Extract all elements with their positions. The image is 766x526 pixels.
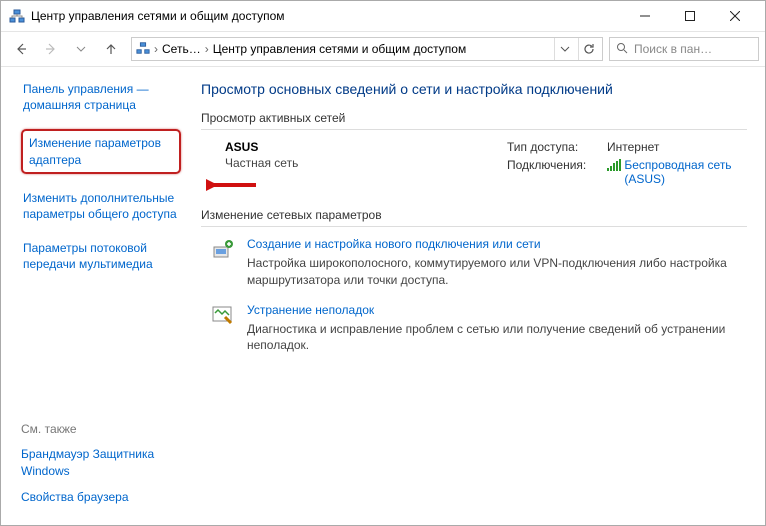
window-controls: [622, 2, 757, 30]
network-details: Тип доступа: Интернет Подключения: Беспр…: [507, 140, 747, 190]
back-button[interactable]: [7, 35, 35, 63]
network-center-icon: [136, 41, 150, 58]
network-name: ASUS: [225, 140, 507, 154]
up-button[interactable]: [97, 35, 125, 63]
minimize-button[interactable]: [622, 2, 667, 30]
toolbar: › Сеть… › Центр управления сетями и общи…: [1, 31, 765, 67]
troubleshoot-icon: [211, 303, 235, 327]
search-placeholder: Поиск в пан…: [634, 42, 712, 56]
close-button[interactable]: [712, 2, 757, 30]
link-media-streaming[interactable]: Параметры потоковой передачи мультимедиа: [21, 238, 181, 274]
address-dropdown-button[interactable]: [554, 38, 574, 60]
breadcrumb-current[interactable]: Центр управления сетями и общим доступом: [213, 42, 467, 56]
link-control-panel-home[interactable]: Панель управления — домашняя страница: [21, 79, 181, 115]
window-title: Центр управления сетями и общим доступом: [31, 9, 622, 23]
recent-dropdown-button[interactable]: [67, 35, 95, 63]
sidebar: Панель управления — домашняя страница Из…: [1, 67, 191, 525]
link-connection-details[interactable]: Беспроводная сеть (ASUS): [607, 158, 747, 186]
link-advanced-sharing[interactable]: Изменить дополнительные параметры общего…: [21, 188, 181, 224]
option-title[interactable]: Устранение неполадок: [247, 303, 747, 317]
window: Центр управления сетями и общим доступом…: [0, 0, 766, 526]
network-info: ASUS Частная сеть: [201, 140, 507, 190]
search-icon: [616, 42, 628, 57]
chevron-right-icon: ›: [205, 42, 209, 56]
see-also: См. также Брандмауэр Защитника Windows С…: [21, 422, 181, 515]
body: Панель управления — домашняя страница Из…: [1, 67, 765, 525]
option-desc: Настройка широкополосного, коммутируемог…: [247, 255, 747, 289]
chevron-right-icon: ›: [154, 42, 158, 56]
section-change-settings: Изменение сетевых параметров: [201, 208, 747, 227]
option-desc: Диагностика и исправление проблем с сеть…: [247, 321, 747, 355]
connection-name: Беспроводная сеть (ASUS): [624, 158, 747, 186]
new-connection-icon: [211, 237, 235, 261]
address-bar[interactable]: › Сеть… › Центр управления сетями и общи…: [131, 37, 603, 61]
network-type: Частная сеть: [225, 156, 507, 170]
label-connections: Подключения:: [507, 158, 597, 172]
link-adapter-settings[interactable]: Изменение параметров адаптера: [21, 129, 181, 173]
section-active-networks: Просмотр активных сетей: [201, 111, 747, 130]
network-center-icon: [9, 8, 25, 24]
search-input[interactable]: Поиск в пан…: [609, 37, 759, 61]
active-network-row: ASUS Частная сеть Тип доступа: Интернет …: [201, 140, 747, 190]
network-options: Создание и настройка нового подключения …: [201, 237, 747, 354]
maximize-button[interactable]: [667, 2, 712, 30]
breadcrumb-network[interactable]: Сеть…: [162, 42, 201, 56]
option-new-connection: Создание и настройка нового подключения …: [201, 237, 747, 289]
refresh-button[interactable]: [578, 38, 598, 60]
main-panel: Просмотр основных сведений о сети и наст…: [191, 67, 765, 525]
option-title[interactable]: Создание и настройка нового подключения …: [247, 237, 747, 251]
titlebar: Центр управления сетями и общим доступом: [1, 1, 765, 31]
link-firewall[interactable]: Брандмауэр Защитника Windows: [21, 446, 181, 478]
see-also-header: См. также: [21, 422, 181, 436]
forward-button[interactable]: [37, 35, 65, 63]
label-access-type: Тип доступа:: [507, 140, 597, 154]
page-title: Просмотр основных сведений о сети и наст…: [201, 81, 747, 97]
wifi-signal-icon: [607, 159, 618, 171]
value-access-type: Интернет: [607, 140, 747, 154]
option-troubleshoot: Устранение неполадок Диагностика и испра…: [201, 303, 747, 355]
link-browser-properties[interactable]: Свойства браузера: [21, 489, 181, 505]
